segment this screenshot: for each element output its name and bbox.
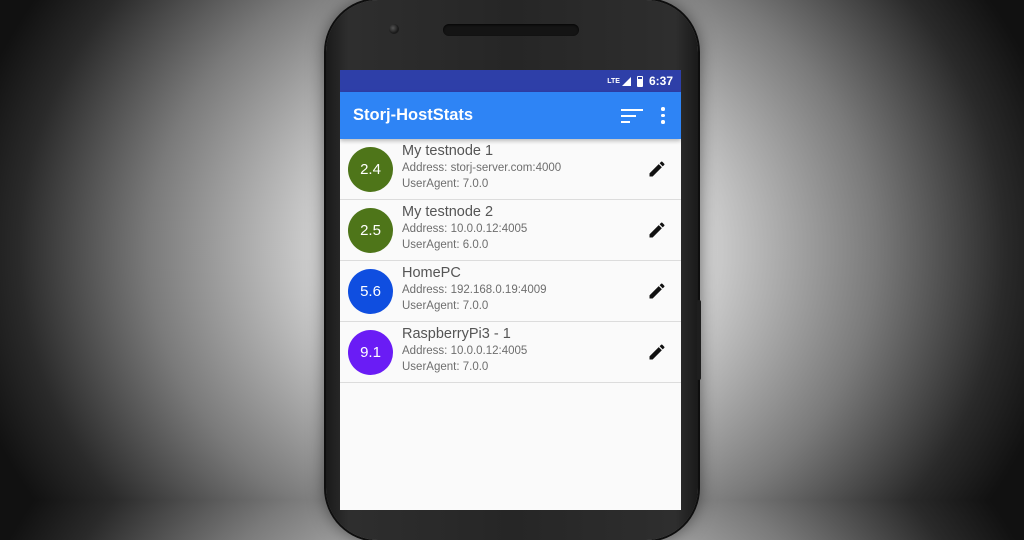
node-name: HomePC xyxy=(402,264,461,281)
score-value: 5.6 xyxy=(360,282,381,300)
node-name: RaspberryPi3 - 1 xyxy=(402,325,511,342)
edit-icon[interactable] xyxy=(647,159,667,179)
list-item[interactable]: 5.6 HomePC Address: 192.168.0.19:4009 Us… xyxy=(340,261,681,322)
node-useragent: UserAgent: 7.0.0 xyxy=(402,299,489,312)
score-value: 9.1 xyxy=(360,343,381,361)
node-address: Address: 10.0.0.12:4005 xyxy=(402,345,528,358)
node-useragent: UserAgent: 7.0.0 xyxy=(402,360,489,373)
node-useragent: UserAgent: 6.0.0 xyxy=(402,238,489,251)
node-name: My testnode 1 xyxy=(402,142,494,159)
phone-side-button xyxy=(697,300,701,380)
node-useragent: UserAgent: 7.0.0 xyxy=(402,177,489,190)
network-indicator: LTE xyxy=(607,77,620,85)
node-list: 2.4 My testnode 1 Address: storj-server.… xyxy=(340,139,681,383)
node-address: Address: 192.168.0.19:4009 xyxy=(402,284,547,297)
node-address: Address: storj-server.com:4000 xyxy=(402,162,562,175)
score-avatar: 5.6 xyxy=(348,268,393,314)
score-avatar: 9.1 xyxy=(348,329,393,375)
status-time: 6:37 xyxy=(648,74,673,88)
list-item[interactable]: 9.1 RaspberryPi3 - 1 Address: 10.0.0.12:… xyxy=(340,322,681,383)
edit-icon[interactable] xyxy=(647,220,667,240)
node-name: My testnode 2 xyxy=(402,203,494,220)
app-title: Storj-HostStats xyxy=(353,106,474,124)
edit-icon[interactable] xyxy=(647,342,667,362)
app-bar: Storj-HostStats xyxy=(340,92,681,139)
list-item[interactable]: 2.4 My testnode 1 Address: storj-server.… xyxy=(340,139,681,200)
status-bar: LTE 6:37 xyxy=(340,70,681,92)
score-value: 2.5 xyxy=(360,221,381,239)
signal-icon xyxy=(621,76,631,86)
score-value: 2.4 xyxy=(360,160,381,178)
phone-screen: LTE 6:37 Storj-HostStats 2.4 My testnode… xyxy=(340,70,681,510)
list-item[interactable]: 2.5 My testnode 2 Address: 10.0.0.12:400… xyxy=(340,200,681,261)
earpiece-speaker xyxy=(443,24,579,36)
score-avatar: 2.5 xyxy=(348,207,393,253)
node-address: Address: 10.0.0.12:4005 xyxy=(402,223,528,236)
more-vert-icon[interactable] xyxy=(661,107,665,124)
front-camera xyxy=(389,24,399,34)
sort-icon[interactable] xyxy=(621,107,643,125)
edit-icon[interactable] xyxy=(647,281,667,301)
battery-icon xyxy=(636,75,643,87)
score-avatar: 2.4 xyxy=(348,146,393,192)
